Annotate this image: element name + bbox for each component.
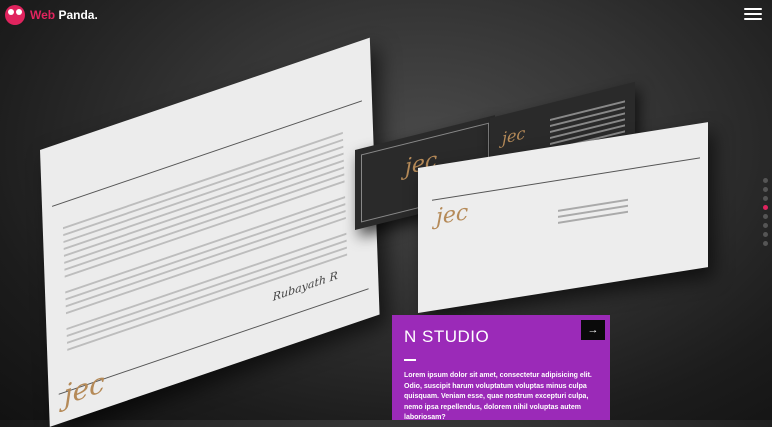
envelope-logo: jec bbox=[436, 200, 469, 231]
card-back-logo: jec bbox=[502, 123, 526, 149]
slide-pagination bbox=[763, 178, 768, 246]
project-info-panel: N STUDIO Lorem ipsum dolor sit amet, con… bbox=[392, 315, 610, 421]
slide-dot-active[interactable] bbox=[763, 205, 768, 210]
letterhead-mockup: Rubayath R jec bbox=[40, 37, 380, 427]
slide-dot[interactable] bbox=[763, 196, 768, 201]
brand-logo[interactable]: Web Panda. bbox=[5, 5, 98, 25]
slide-dot[interactable] bbox=[763, 214, 768, 219]
envelope-line bbox=[432, 157, 700, 201]
envelope-address bbox=[558, 195, 628, 228]
project-description: Lorem ipsum dolor sit amet, consectetur … bbox=[404, 372, 592, 421]
slide-dot[interactable] bbox=[763, 223, 768, 228]
letterhead-logo: jec bbox=[63, 365, 106, 412]
hamburger-icon[interactable] bbox=[744, 8, 762, 20]
title-underline bbox=[404, 359, 416, 361]
slide-dot[interactable] bbox=[763, 232, 768, 237]
slide-dot[interactable] bbox=[763, 187, 768, 192]
arrow-right-icon[interactable]: → bbox=[581, 320, 605, 340]
brand-name: Web Panda. bbox=[30, 8, 98, 22]
letter-body-text bbox=[62, 127, 348, 356]
slide-dot[interactable] bbox=[763, 241, 768, 246]
panda-icon bbox=[5, 5, 25, 25]
slide-dot[interactable] bbox=[763, 178, 768, 183]
project-title: N STUDIO bbox=[404, 327, 490, 346]
